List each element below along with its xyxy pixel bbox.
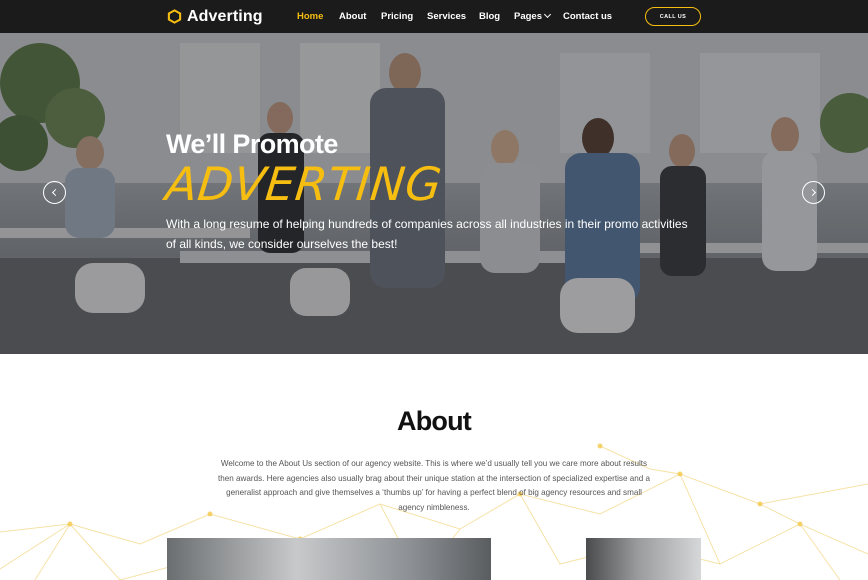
- brand-logo[interactable]: Adverting: [167, 6, 263, 27]
- brand-name: Adverting: [187, 7, 263, 25]
- about-image-office: [586, 538, 701, 580]
- hero-highlight-title: ADVERTING: [163, 157, 445, 211]
- nav-pages[interactable]: Pages: [514, 0, 552, 33]
- call-us-button[interactable]: CALL US: [645, 7, 701, 26]
- about-description: Welcome to the About Us section of our a…: [218, 459, 650, 512]
- chevron-left-icon: [51, 188, 60, 197]
- slider-next-button[interactable]: [802, 181, 825, 204]
- chevron-down-icon: [543, 10, 552, 19]
- nav-pages-label: Pages: [514, 11, 542, 22]
- nav-services[interactable]: Services: [427, 0, 466, 33]
- nav-about[interactable]: About: [339, 0, 366, 33]
- about-image-team: [167, 538, 491, 580]
- nav-pricing[interactable]: Pricing: [381, 0, 413, 33]
- nav-home[interactable]: Home: [297, 0, 323, 33]
- about-heading: About: [397, 406, 472, 436]
- site-header: Adverting Home About Pricing Services Bl…: [0, 0, 868, 33]
- slider-prev-button[interactable]: [43, 181, 66, 204]
- hexagon-logo-icon: [167, 9, 182, 24]
- chevron-right-icon: [808, 188, 817, 197]
- hero-title: We’ll Promote: [166, 129, 338, 159]
- hero-slider: We’ll Promote ADVERTING With a long resu…: [0, 33, 868, 354]
- hero-description: With a long resume of helping hundreds o…: [166, 217, 688, 251]
- nav-contact[interactable]: Contact us: [563, 0, 612, 33]
- about-section: About Welcome to the About Us section of…: [0, 354, 868, 580]
- nav-blog[interactable]: Blog: [479, 0, 500, 33]
